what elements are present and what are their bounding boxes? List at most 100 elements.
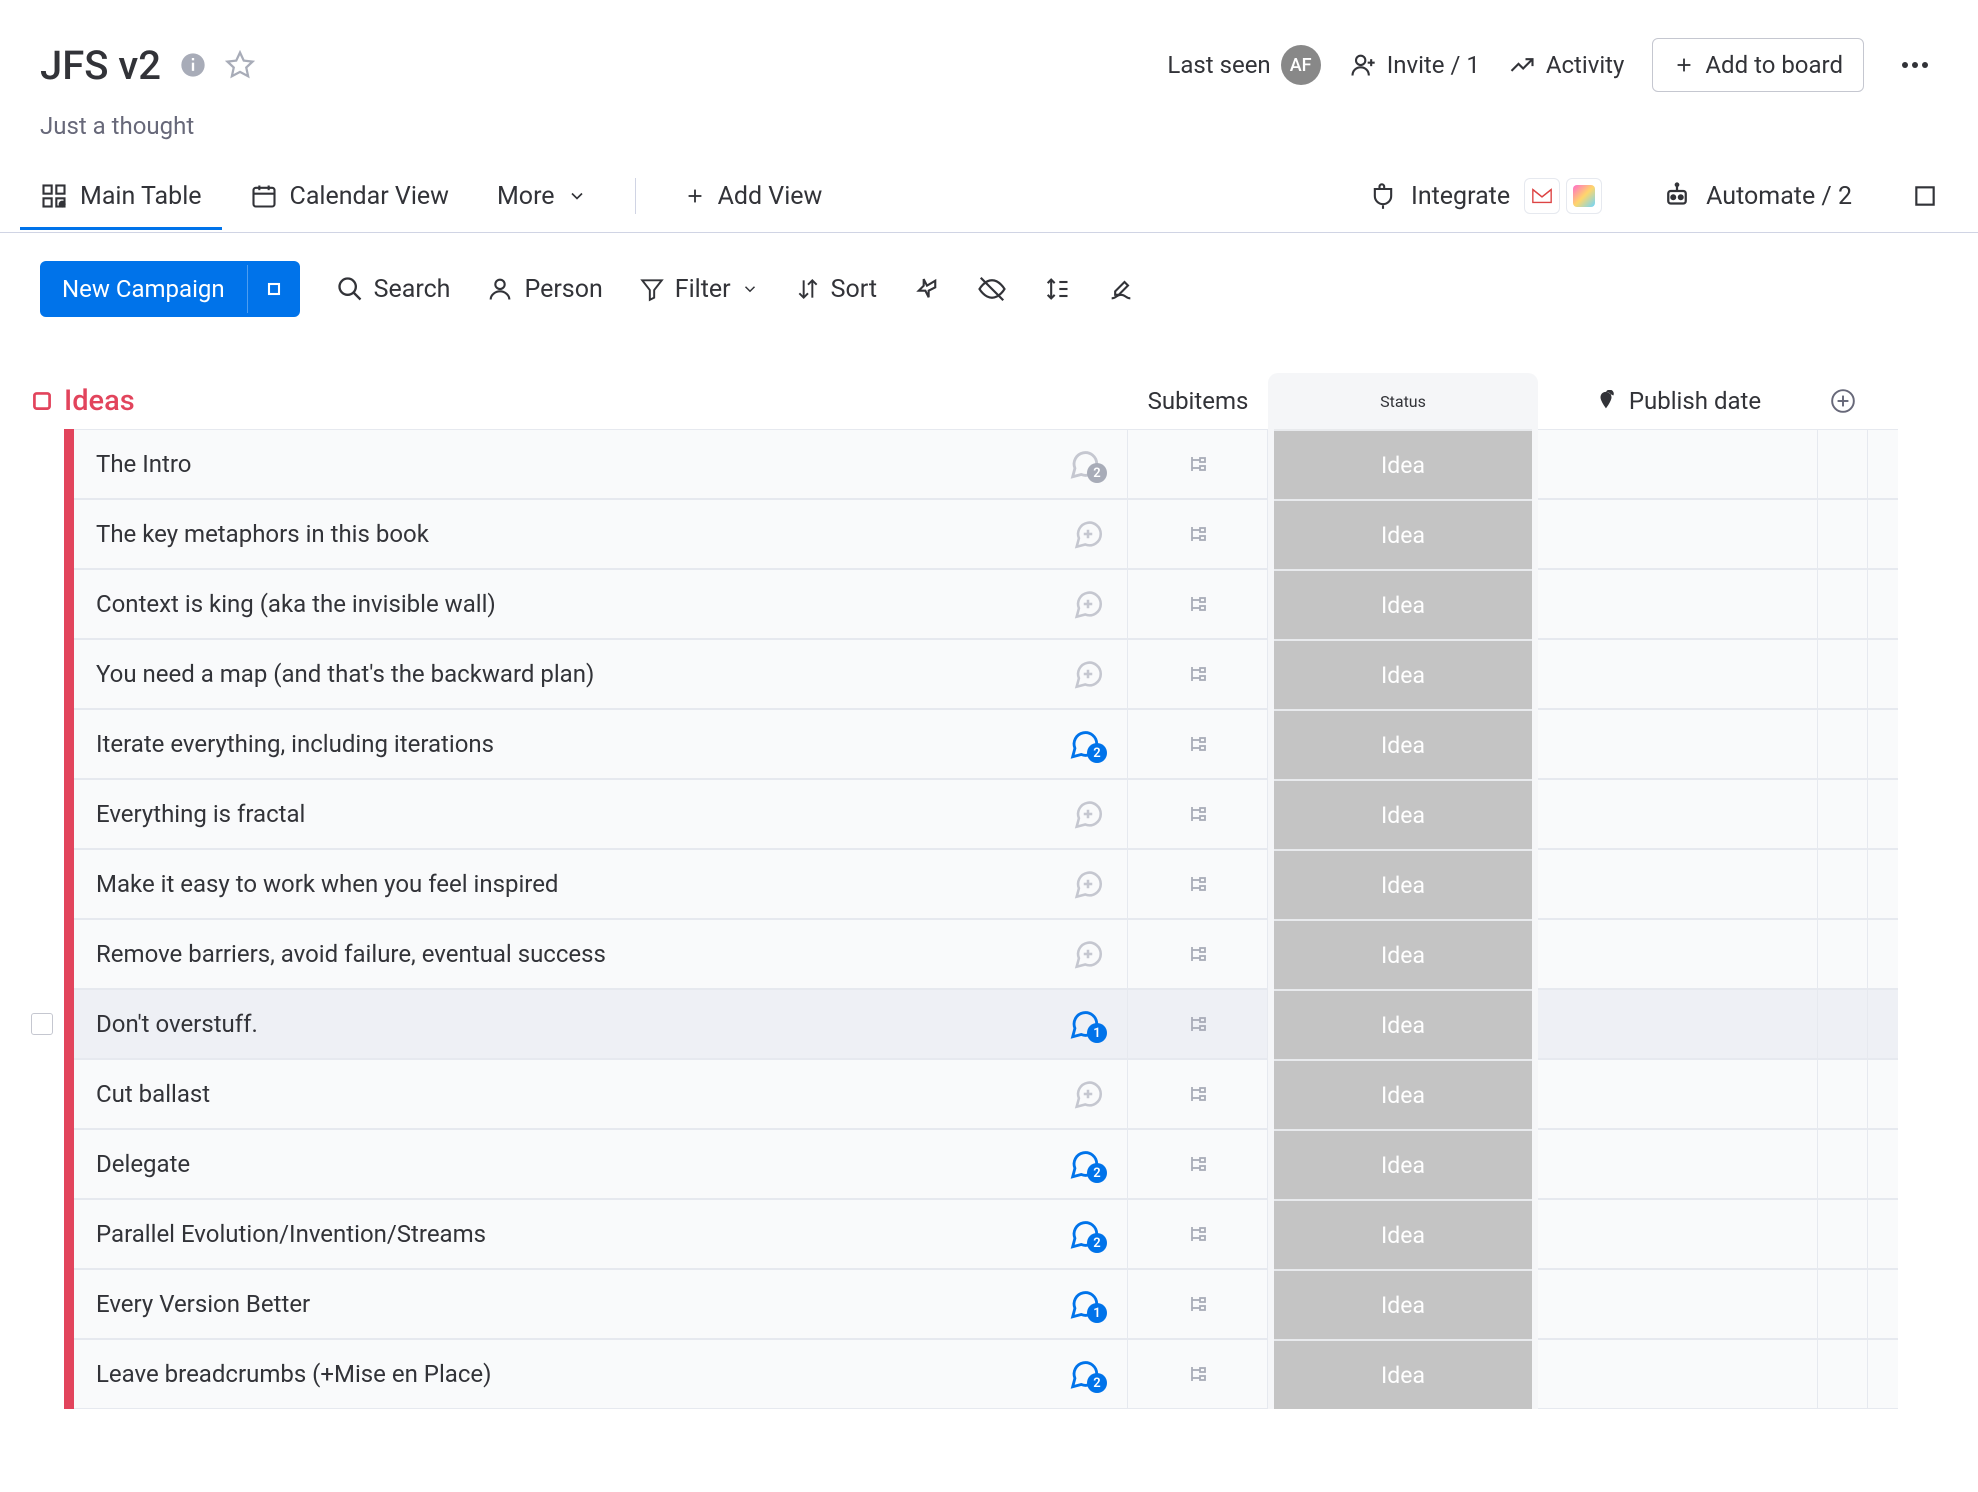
chat-icon[interactable] xyxy=(1071,1077,1105,1111)
chat-icon[interactable]: 2 xyxy=(1067,1147,1105,1181)
search-button[interactable]: Search xyxy=(336,275,451,304)
more-menu-icon[interactable] xyxy=(1892,62,1938,68)
filter-button[interactable]: Filter xyxy=(639,275,759,304)
row-checkbox[interactable] xyxy=(20,709,64,779)
status-cell[interactable]: Idea xyxy=(1268,1199,1538,1269)
status-cell[interactable]: Idea xyxy=(1268,779,1538,849)
publish-date-cell[interactable] xyxy=(1538,989,1818,1059)
pin-icon[interactable] xyxy=(913,275,941,303)
status-cell[interactable]: Idea xyxy=(1268,1269,1538,1339)
collapse-icon[interactable] xyxy=(1912,183,1938,227)
activity-button[interactable]: Activity xyxy=(1508,51,1625,79)
row-name[interactable]: Delegate xyxy=(96,1150,190,1178)
chat-icon[interactable]: 1 xyxy=(1067,1287,1105,1321)
chat-icon[interactable] xyxy=(1071,517,1105,551)
publish-date-cell[interactable] xyxy=(1538,569,1818,639)
status-cell[interactable]: Idea xyxy=(1268,709,1538,779)
row-extra-cell[interactable] xyxy=(1818,1199,1868,1269)
publish-date-cell[interactable] xyxy=(1538,1339,1818,1409)
publish-date-cell[interactable] xyxy=(1538,919,1818,989)
publish-date-cell[interactable] xyxy=(1538,709,1818,779)
row-name[interactable]: Don't overstuff. xyxy=(96,1010,258,1038)
row-checkbox[interactable] xyxy=(20,919,64,989)
gmail-icon[interactable] xyxy=(1524,178,1560,214)
chat-icon[interactable] xyxy=(1071,867,1105,901)
row-checkbox[interactable] xyxy=(20,1129,64,1199)
table-row[interactable]: Remove barriers, avoid failure, eventual… xyxy=(20,919,1958,989)
chat-icon[interactable]: 2 xyxy=(1067,727,1105,761)
subitems-cell[interactable] xyxy=(1128,639,1268,709)
subitems-cell[interactable] xyxy=(1128,1339,1268,1409)
publish-date-cell[interactable] xyxy=(1538,639,1818,709)
row-checkbox[interactable] xyxy=(20,429,64,499)
row-checkbox[interactable] xyxy=(20,989,64,1059)
subitems-cell[interactable] xyxy=(1128,499,1268,569)
row-extra-cell[interactable] xyxy=(1818,1129,1868,1199)
add-to-board-button[interactable]: Add to board xyxy=(1652,38,1864,92)
status-cell[interactable]: Idea xyxy=(1268,1339,1538,1409)
row-extra-cell[interactable] xyxy=(1818,569,1868,639)
row-checkbox[interactable] xyxy=(20,1199,64,1269)
table-row[interactable]: Make it easy to work when you feel inspi… xyxy=(20,849,1958,919)
add-column-button[interactable] xyxy=(1818,373,1868,429)
subitems-cell[interactable] xyxy=(1128,779,1268,849)
publish-date-cell[interactable] xyxy=(1538,1059,1818,1129)
status-cell[interactable]: Idea xyxy=(1268,1129,1538,1199)
table-row[interactable]: Iterate everything, including iterations… xyxy=(20,709,1958,779)
add-view-button[interactable]: Add View xyxy=(684,182,823,229)
chat-icon[interactable]: 2 xyxy=(1067,1357,1105,1391)
row-extra-cell[interactable] xyxy=(1818,779,1868,849)
subitems-cell[interactable] xyxy=(1128,429,1268,499)
chat-icon[interactable]: 1 xyxy=(1067,1007,1105,1041)
status-cell[interactable]: Idea xyxy=(1268,499,1538,569)
row-name[interactable]: Remove barriers, avoid failure, eventual… xyxy=(96,940,606,968)
chat-icon[interactable] xyxy=(1071,937,1105,971)
person-filter-button[interactable]: Person xyxy=(486,275,602,304)
publish-date-cell[interactable] xyxy=(1538,1199,1818,1269)
info-icon[interactable] xyxy=(179,51,207,79)
status-cell[interactable]: Idea xyxy=(1268,569,1538,639)
invite-button[interactable]: Invite / 1 xyxy=(1349,51,1480,79)
row-name[interactable]: Parallel Evolution/Invention/Streams xyxy=(96,1220,486,1248)
row-extra-cell[interactable] xyxy=(1818,1059,1868,1129)
table-row[interactable]: Every Version Better1Idea xyxy=(20,1269,1958,1339)
row-checkbox[interactable] xyxy=(20,1339,64,1409)
automate-button[interactable]: Automate / 2 xyxy=(1662,181,1852,229)
row-extra-cell[interactable] xyxy=(1818,429,1868,499)
star-icon[interactable] xyxy=(225,50,255,80)
new-item-dropdown-icon[interactable] xyxy=(247,265,300,313)
table-row[interactable]: Cut ballastIdea xyxy=(20,1059,1958,1129)
row-checkbox[interactable] xyxy=(20,569,64,639)
row-extra-cell[interactable] xyxy=(1818,989,1868,1059)
subitems-cell[interactable] xyxy=(1128,709,1268,779)
row-checkbox[interactable] xyxy=(20,1059,64,1129)
status-cell[interactable]: Idea xyxy=(1268,1059,1538,1129)
tab-calendar[interactable]: Calendar View xyxy=(250,182,449,229)
row-name[interactable]: Leave breadcrumbs (+Mise en Place) xyxy=(96,1360,491,1388)
row-checkbox[interactable] xyxy=(20,779,64,849)
group-collapse-icon[interactable] xyxy=(20,388,64,414)
tab-more[interactable]: More xyxy=(497,182,587,229)
publish-date-cell[interactable] xyxy=(1538,429,1818,499)
publish-date-cell[interactable] xyxy=(1538,779,1818,849)
row-checkbox[interactable] xyxy=(20,849,64,919)
row-extra-cell[interactable] xyxy=(1818,499,1868,569)
color-icon[interactable] xyxy=(1107,275,1135,303)
row-extra-cell[interactable] xyxy=(1818,709,1868,779)
table-row[interactable]: Context is king (aka the invisible wall)… xyxy=(20,569,1958,639)
row-name[interactable]: Context is king (aka the invisible wall) xyxy=(96,590,496,618)
height-icon[interactable] xyxy=(1043,275,1071,303)
subitems-cell[interactable] xyxy=(1128,1269,1268,1339)
status-cell[interactable]: Idea xyxy=(1268,919,1538,989)
new-item-button[interactable]: New Campaign xyxy=(40,261,300,317)
row-name[interactable]: Make it easy to work when you feel inspi… xyxy=(96,870,558,898)
status-cell[interactable]: Idea xyxy=(1268,989,1538,1059)
subitems-cell[interactable] xyxy=(1128,1059,1268,1129)
subitems-cell[interactable] xyxy=(1128,919,1268,989)
row-name[interactable]: Iterate everything, including iterations xyxy=(96,730,494,758)
subitems-cell[interactable] xyxy=(1128,569,1268,639)
column-header-subitems[interactable]: Subitems xyxy=(1128,373,1268,429)
row-extra-cell[interactable] xyxy=(1818,849,1868,919)
subitems-cell[interactable] xyxy=(1128,1199,1268,1269)
publish-date-cell[interactable] xyxy=(1538,1269,1818,1339)
